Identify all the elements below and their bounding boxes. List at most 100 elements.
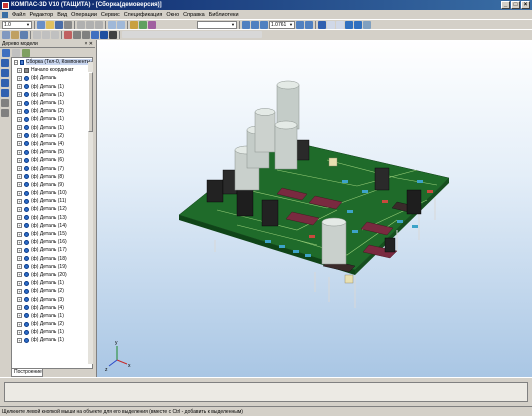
tree-item-part[interactable]: + (ф) Деталь (1): [12, 312, 92, 320]
tree-item-part[interactable]: + (ф) Деталь (1): [12, 91, 92, 99]
tree-item-part[interactable]: + (ф) Деталь (20): [12, 271, 92, 279]
library-icon[interactable]: [148, 20, 156, 29]
variables-icon[interactable]: [139, 20, 147, 29]
tree-filter-icon[interactable]: [22, 48, 30, 57]
snap-strip[interactable]: [122, 31, 262, 38]
tree-item-part[interactable]: + (ф) Деталь (18): [12, 255, 92, 263]
delete-icon[interactable]: [64, 30, 72, 39]
tree-item-part[interactable]: + (ф) Деталь (1): [12, 83, 92, 91]
tree-item-part[interactable]: + (ф) Деталь (17): [12, 246, 92, 254]
tree-scrollbar[interactable]: [88, 62, 93, 364]
expand-icon[interactable]: +: [17, 321, 22, 327]
zoom-in-icon[interactable]: [242, 20, 250, 29]
new-doc-icon[interactable]: [2, 30, 10, 39]
section-icon[interactable]: [109, 30, 117, 39]
zoom-combo[interactable]: 1.0761 ▼: [269, 20, 295, 29]
expand-icon[interactable]: +: [17, 256, 22, 262]
tree-origin[interactable]: + Начало координат: [12, 66, 92, 74]
tree-item-part[interactable]: + (ф) Деталь (3): [12, 295, 92, 303]
tree-scroll-thumb[interactable]: [88, 72, 93, 132]
pan-icon[interactable]: [296, 20, 304, 29]
menu-file[interactable]: Файл: [12, 12, 26, 18]
add-component-icon[interactable]: [1, 69, 9, 77]
expand-icon[interactable]: +: [17, 198, 22, 204]
tree-item-part[interactable]: + (ф) Деталь (1): [12, 115, 92, 123]
expand-icon[interactable]: +: [17, 313, 22, 319]
expand-icon[interactable]: +: [17, 174, 22, 180]
tree-item-part[interactable]: + (ф) Деталь (1): [12, 279, 92, 287]
menu-view[interactable]: Вид: [57, 12, 67, 18]
expand-icon[interactable]: +: [17, 182, 22, 188]
paste-icon[interactable]: [95, 20, 103, 29]
tree-item-part[interactable]: + (ф) Деталь (2): [12, 132, 92, 140]
close-button[interactable]: ×: [521, 1, 530, 9]
expand-icon[interactable]: +: [17, 305, 22, 311]
tree-item-part[interactable]: + (ф) Деталь (11): [12, 197, 92, 205]
zoom-out-icon[interactable]: [251, 20, 259, 29]
expand-icon[interactable]: +: [17, 337, 22, 343]
menu-help[interactable]: Справка: [183, 12, 205, 18]
expand-icon[interactable]: +: [17, 288, 22, 294]
copy-icon[interactable]: [86, 20, 94, 29]
open-doc-icon[interactable]: [11, 30, 19, 39]
expand-icon[interactable]: +: [17, 223, 22, 229]
expand-icon[interactable]: +: [17, 329, 22, 335]
expand-icon[interactable]: +: [17, 215, 22, 221]
open-icon[interactable]: [46, 20, 54, 29]
collapse-icon[interactable]: −: [14, 59, 19, 65]
expand-icon[interactable]: +: [17, 166, 22, 172]
tree-item-part[interactable]: + (ф) Деталь (1): [12, 124, 92, 132]
menu-edit[interactable]: Редактор: [30, 12, 54, 18]
tree-item-part[interactable]: + (ф) Деталь (4): [12, 140, 92, 148]
new-icon[interactable]: [37, 20, 45, 29]
model-tree[interactable]: − Сборка (Тел-0, Компоненты- + Начало ко…: [11, 57, 93, 369]
filter-icon[interactable]: [82, 30, 90, 39]
wireframe-icon[interactable]: [327, 20, 335, 29]
tree-item-part[interactable]: + (ф) Деталь (5): [12, 148, 92, 156]
tree-view-icon[interactable]: [2, 48, 10, 57]
expand-icon[interactable]: +: [17, 264, 22, 270]
tree-item-part[interactable]: + (ф) Деталь (19): [12, 263, 92, 271]
layer-combo[interactable]: ▼: [197, 20, 237, 29]
tree-item-part[interactable]: + (ф) Деталь (2): [12, 107, 92, 115]
shaded-icon[interactable]: [345, 20, 353, 29]
cut-doc-icon[interactable]: [33, 30, 41, 39]
tree-item-part[interactable]: + (ф) Деталь (14): [12, 222, 92, 230]
expand-icon[interactable]: +: [17, 75, 22, 81]
hidden-lines-icon[interactable]: [336, 20, 344, 29]
expand-icon[interactable]: +: [17, 280, 22, 286]
tree-item-part[interactable]: + (ф) Деталь (2): [12, 287, 92, 295]
tree-item-part[interactable]: + (ф) Деталь (15): [12, 230, 92, 238]
menu-libraries[interactable]: Библиотеки: [209, 12, 239, 18]
menu-specification[interactable]: Спецификация: [124, 12, 163, 18]
shaded-edges-icon[interactable]: [354, 20, 362, 29]
tree-item-part[interactable]: + (ф) Деталь: [12, 74, 92, 82]
tree-item-part[interactable]: + (ф) Деталь (1): [12, 336, 92, 344]
close-panel-icon[interactable]: × ✕: [85, 41, 94, 47]
expand-icon[interactable]: +: [17, 125, 22, 131]
properties-icon[interactable]: [130, 20, 138, 29]
select-icon[interactable]: [73, 30, 81, 39]
tree-item-part[interactable]: + (ф) Деталь (1): [12, 99, 92, 107]
print-icon[interactable]: [64, 20, 72, 29]
expand-icon[interactable]: +: [17, 133, 22, 139]
expand-icon[interactable]: +: [17, 231, 22, 237]
edit-assembly-icon[interactable]: [1, 59, 9, 67]
tree-item-part[interactable]: + (ф) Деталь (13): [12, 214, 92, 222]
menu-operations[interactable]: Операции: [71, 12, 97, 18]
tree-item-part[interactable]: + (ф) Деталь (6): [12, 156, 92, 164]
expand-icon[interactable]: +: [17, 239, 22, 245]
tree-item-part[interactable]: + (ф) Деталь (2): [12, 320, 92, 328]
3d-viewport[interactable]: y x z: [96, 40, 532, 377]
tab-construction[interactable]: Построение: [11, 369, 43, 377]
menu-service[interactable]: Сервис: [101, 12, 120, 18]
tree-item-part[interactable]: + (ф) Деталь (9): [12, 181, 92, 189]
expand-icon[interactable]: +: [17, 116, 22, 122]
tree-item-part[interactable]: + (ф) Деталь (16): [12, 238, 92, 246]
scale-combo[interactable]: 1.0 ▼: [2, 20, 32, 29]
tree-sort-icon[interactable]: [12, 48, 20, 57]
tree-item-part[interactable]: + (ф) Деталь (4): [12, 304, 92, 312]
pcb-model[interactable]: y x z: [97, 40, 532, 377]
save-doc-icon[interactable]: [20, 30, 28, 39]
redo-icon[interactable]: [117, 20, 125, 29]
